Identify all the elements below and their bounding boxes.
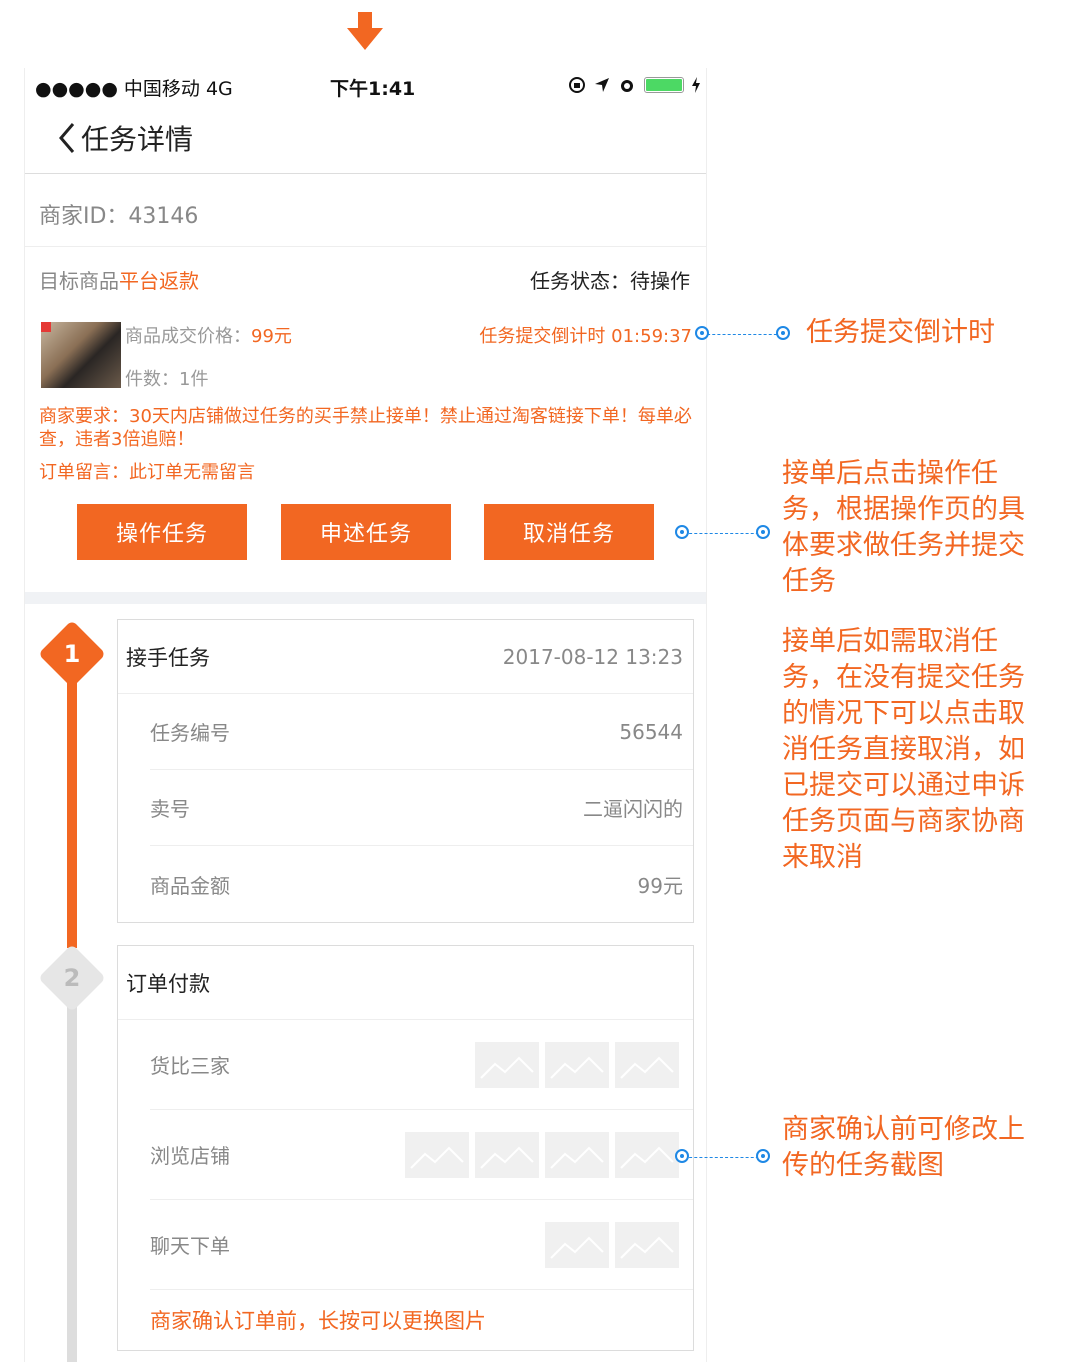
row-label: 浏览店铺 <box>150 1144 230 1168</box>
location-icon <box>595 78 609 92</box>
step-1-number: 1 <box>63 640 81 668</box>
charging-icon <box>692 77 700 93</box>
step-card-accept: 接手任务 2017-08-12 13:23 任务编号 56544 卖号 二逼闪闪… <box>117 619 694 923</box>
card-footer-hint: 商家确认订单前，长按可以更换图片 <box>150 1309 486 1333</box>
annotation-cancel: 接单后如需取消任务，在没有提交任务的情况下可以点击取消任务直接取消，如已提交可以… <box>782 626 1025 873</box>
step-2-number: 2 <box>63 964 81 992</box>
appeal-task-button[interactable]: 申述任务 <box>281 504 451 560</box>
timeline-active <box>67 658 77 948</box>
order-note: 订单留言：此订单无需留言 <box>39 462 255 483</box>
carrier-label: ●●●●● 中国移动 4G <box>35 78 233 100</box>
screenshot-row: 浏览店铺 <box>150 1110 693 1200</box>
row-label: 聊天下单 <box>150 1234 230 1258</box>
step-2-marker: 2 <box>38 944 106 1012</box>
image-placeholder-icon[interactable] <box>545 1131 609 1178</box>
annotation-connector <box>702 334 782 335</box>
row-value: 56544 <box>619 719 683 744</box>
countdown-timer: 任务提交倒计时 01:59:37 <box>479 326 692 347</box>
target-tag: 平台返款 <box>119 269 199 293</box>
annotation-connector <box>684 533 764 534</box>
target-label: 目标商品 <box>39 269 119 293</box>
image-placeholder-icon[interactable] <box>475 1041 539 1088</box>
step-1-marker: 1 <box>38 620 106 688</box>
image-placeholder-icon[interactable] <box>545 1221 609 1268</box>
task-status: 任务状态：待操作 <box>530 269 690 293</box>
battery-icon <box>644 77 684 93</box>
card-header: 订单付款 <box>118 946 693 1020</box>
thumbs <box>405 1131 679 1178</box>
price-label: 商品成交价格： <box>125 326 251 347</box>
product-image <box>41 322 121 388</box>
screenshot-row: 货比三家 <box>150 1020 693 1110</box>
annotation-dot <box>675 1149 689 1163</box>
annotation-countdown: 任务提交倒计时 <box>806 317 995 348</box>
operate-task-button[interactable]: 操作任务 <box>77 504 247 560</box>
step-card-payment: 订单付款 货比三家 浏览店铺 聊天下单 商家确认订单前，长按可以更换图片 <box>117 945 694 1351</box>
annotation-dot <box>675 525 689 539</box>
image-placeholder-icon[interactable] <box>545 1041 609 1088</box>
merchant-id: 商家ID：43146 <box>39 204 199 229</box>
detail-row: 卖号 二逼闪闪的 <box>150 770 693 846</box>
annotation-dot <box>756 1149 770 1163</box>
annotation-dot <box>756 525 770 539</box>
price-line: 商品成交价格：99元 <box>125 322 292 348</box>
thumbs <box>475 1041 679 1088</box>
row-label: 商品金额 <box>150 873 230 898</box>
quantity: 件数：1件 <box>125 369 209 390</box>
lock-rotation-icon <box>569 77 585 93</box>
back-chevron-icon[interactable] <box>55 120 79 156</box>
card-title: 接手任务 <box>126 645 210 670</box>
row-value: 二逼闪闪的 <box>583 797 683 821</box>
cancel-task-button[interactable]: 取消任务 <box>484 504 654 560</box>
card-date: 2017-08-12 13:23 <box>502 644 683 669</box>
nav-bar: 任务详情 <box>25 104 706 174</box>
detail-row: 商品金额 99元 <box>150 846 693 922</box>
row-label: 卖号 <box>150 797 190 821</box>
image-placeholder-icon[interactable] <box>615 1041 679 1088</box>
detail-row: 任务编号 56544 <box>150 694 693 770</box>
status-time: 下午1:41 <box>330 78 416 100</box>
annotation-screenshot: 商家确认前可修改上传的任务截图 <box>782 1114 1025 1181</box>
status-bar: ●●●●● 中国移动 4G 下午1:41 <box>25 68 706 104</box>
product-badge <box>41 322 51 332</box>
target-product: 目标商品平台返款 <box>39 265 199 294</box>
down-arrow-icon <box>347 12 383 50</box>
annotation-operate: 接单后点击操作任务，根据操作页的具体要求做任务并提交任务 <box>782 458 1025 597</box>
row-label: 任务编号 <box>150 721 230 745</box>
phone-screen: ●●●●● 中国移动 4G 下午1:41 任务详情 商家ID：43146 目标商… <box>24 68 707 1362</box>
screenshot-row: 聊天下单 <box>150 1200 693 1290</box>
image-placeholder-icon[interactable] <box>615 1131 679 1178</box>
annotation-dot <box>776 326 790 340</box>
status-icons <box>568 76 700 94</box>
price-value: 99元 <box>251 326 292 347</box>
annotation-connector <box>684 1157 764 1158</box>
thumbs <box>545 1221 679 1268</box>
timeline-inactive <box>67 978 77 1362</box>
page-title: 任务详情 <box>81 123 194 156</box>
merchant-requirement: 商家要求：30天内店铺做过任务的买手禁止接单！禁止通过淘客链接下单！每单必查，违… <box>39 406 692 450</box>
image-placeholder-icon[interactable] <box>475 1131 539 1178</box>
divider <box>25 246 706 247</box>
card-title: 订单付款 <box>126 971 210 996</box>
row-label: 货比三家 <box>150 1054 230 1078</box>
card-header: 接手任务 2017-08-12 13:23 <box>118 620 693 694</box>
alarm-icon <box>621 80 633 92</box>
annotation-dot <box>695 326 709 340</box>
image-placeholder-icon[interactable] <box>615 1221 679 1268</box>
row-value: 99元 <box>637 873 683 898</box>
image-placeholder-icon[interactable] <box>405 1131 469 1178</box>
section-gap <box>25 592 706 604</box>
